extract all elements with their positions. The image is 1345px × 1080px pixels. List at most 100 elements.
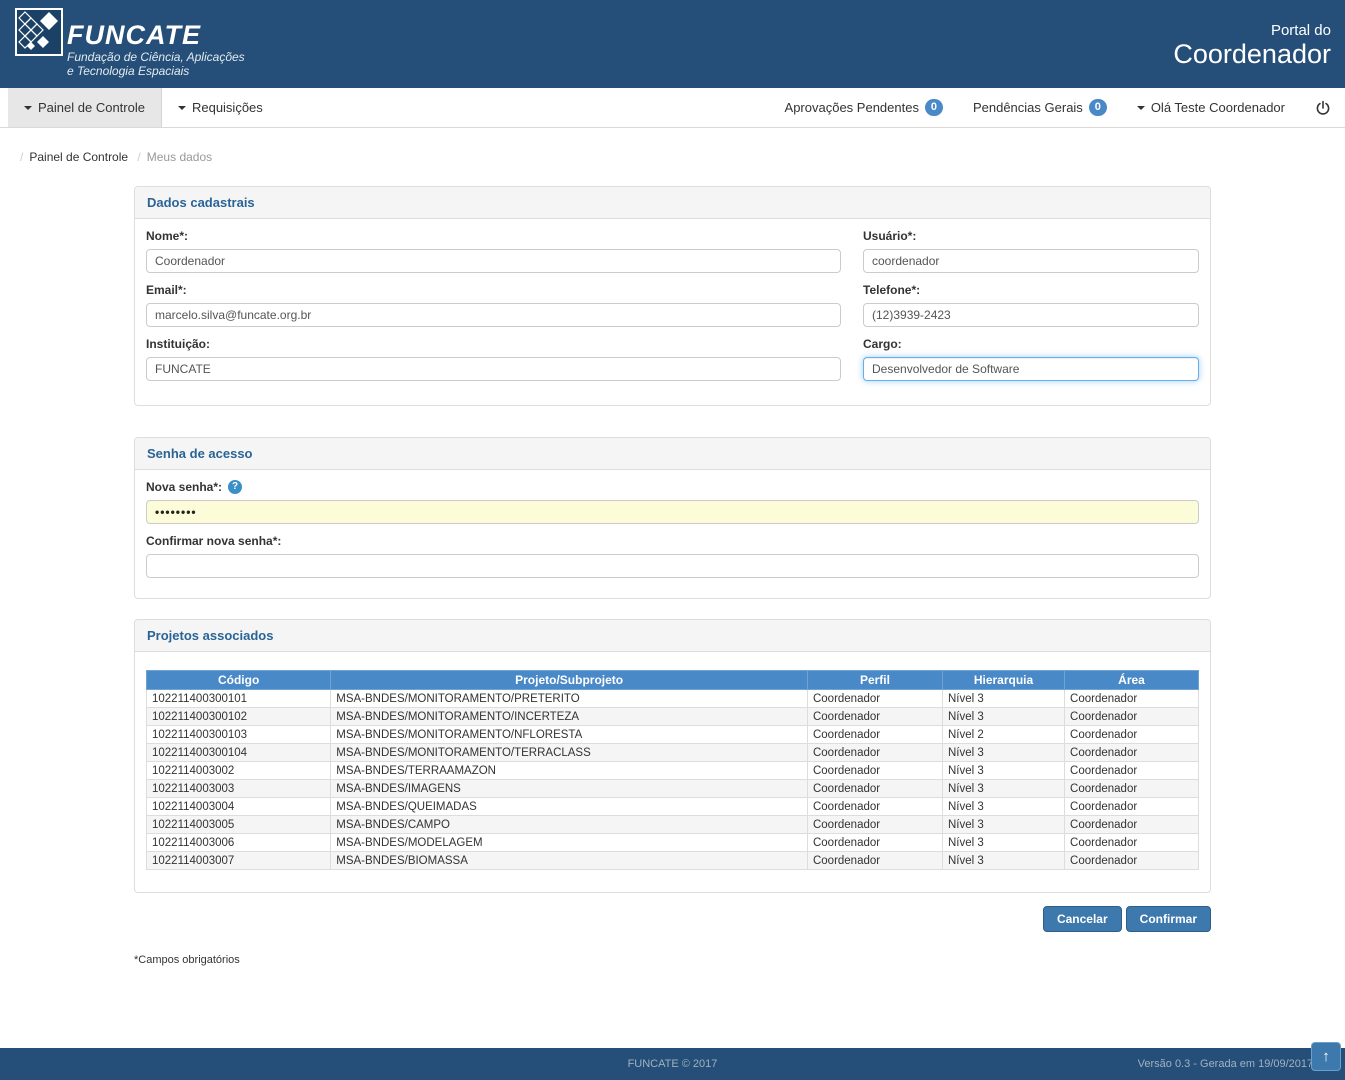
logout-button[interactable] [1315,100,1331,116]
table-cell: Nível 3 [942,762,1064,780]
table-cell: Coordenador [1065,834,1199,852]
scroll-to-top-button[interactable]: ↑ [1311,1042,1341,1071]
nav-item-pendencias-gerais[interactable]: Pendências Gerais 0 [973,99,1107,116]
email-label: Email*: [146,283,841,297]
table-cell: 102211400300101 [147,690,331,708]
table-cell: Nível 3 [942,690,1064,708]
confirm-button[interactable]: Confirmar [1126,906,1211,932]
column-header-area: Área [1065,671,1199,690]
table-cell: Coordenador [807,798,942,816]
telefone-label: Telefone*: [863,283,1199,297]
table-cell: Coordenador [807,762,942,780]
nav-item-aprovacoes-pendentes[interactable]: Aprovações Pendentes 0 [785,99,943,116]
table-cell: Coordenador [1065,690,1199,708]
breadcrumb-link-painel-de-controle[interactable]: Painel de Controle [29,150,128,164]
brand-subtitle-line1: Fundação de Ciência, Aplicações [67,50,245,64]
table-cell: 102211400300104 [147,744,331,762]
table-cell: Nível 3 [942,744,1064,762]
column-header-codigo: Código [147,671,331,690]
user-menu[interactable]: Olá Teste Coordenador [1137,100,1285,115]
table-cell: Coordenador [807,852,942,870]
table-cell: Coordenador [807,690,942,708]
nav-tab-label: Painel de Controle [38,100,145,115]
footer-copyright: FUNCATE © 2017 [628,1058,718,1070]
table-cell: MSA-BNDES/QUEIMADAS [331,798,808,816]
table-cell: 1022114003004 [147,798,331,816]
panel-title: Dados cadastrais [135,187,1210,219]
table-cell: Nível 3 [942,852,1064,870]
nav-tab-label: Requisições [192,100,263,115]
nova-senha-field[interactable] [146,500,1199,524]
table-row: 102211400300102MSA-BNDES/MONITORAMENTO/I… [147,708,1199,726]
nova-senha-label: Nova senha*: [146,480,222,494]
brand-subtitle-line2: e Tecnologia Espaciais [67,64,245,78]
table-cell: MSA-BNDES/MODELAGEM [331,834,808,852]
cancel-button[interactable]: Cancelar [1043,906,1122,932]
column-header-projeto-subprojeto: Projeto/Subprojeto [331,671,808,690]
funcate-logo-icon [15,8,63,56]
funcate-logo-link[interactable]: FUNCATE Fundação de Ciência, Aplicações … [15,8,245,78]
nav-tab-painel-de-controle[interactable]: Painel de Controle [8,88,162,127]
header: FUNCATE Fundação de Ciência, Aplicações … [0,0,1345,88]
panel-dados-cadastrais: Dados cadastrais Nome*: Email*: Institui… [134,186,1211,406]
password-help-icon[interactable]: ? [228,480,242,494]
table-cell: Coordenador [807,834,942,852]
email-field[interactable] [146,303,841,327]
table-cell: Nível 3 [942,708,1064,726]
panel-title: Senha de acesso [135,438,1210,470]
instituicao-field[interactable] [146,357,841,381]
telefone-field[interactable] [863,303,1199,327]
panel-senha-de-acesso: Senha de acesso Nova senha*: ? Confirmar… [134,437,1211,599]
table-cell: MSA-BNDES/CAMPO [331,816,808,834]
table-cell: Nível 3 [942,798,1064,816]
user-greeting: Olá Teste Coordenador [1151,100,1285,115]
table-cell: Coordenador [1065,708,1199,726]
table-cell: Nível 2 [942,726,1064,744]
confirmar-senha-field[interactable] [146,554,1199,578]
portal-title-line2: Coordenador [1173,39,1331,69]
table-cell: Coordenador [807,780,942,798]
table-cell: 1022114003006 [147,834,331,852]
table-row: 102211400300104MSA-BNDES/MONITORAMENTO/T… [147,744,1199,762]
power-icon [1315,100,1331,116]
portal-title-line1: Portal do [1173,22,1331,39]
table-cell: Coordenador [1065,762,1199,780]
table-cell: Coordenador [1065,726,1199,744]
table-cell: 1022114003007 [147,852,331,870]
table-cell: Nível 3 [942,780,1064,798]
table-row: 1022114003007MSA-BNDES/BIOMASSACoordenad… [147,852,1199,870]
column-header-perfil: Perfil [807,671,942,690]
main-content: Dados cadastrais Nome*: Email*: Institui… [134,186,1211,966]
breadcrumb-current-meus-dados: Meus dados [147,150,212,164]
nav-tab-requisicoes[interactable]: Requisições [162,88,279,127]
brand-name: FUNCATE [67,20,245,50]
table-cell: MSA-BNDES/MONITORAMENTO/NFLORESTA [331,726,808,744]
panel-title: Projetos associados [135,620,1210,652]
pending-count-badge: 0 [1089,99,1107,116]
table-cell: Coordenador [1065,816,1199,834]
footer-version: Versão 0.3 - Gerada em 19/09/2017 às 0 [1138,1048,1337,1080]
table-cell: 102211400300103 [147,726,331,744]
breadcrumb-separator: / [20,150,23,164]
table-cell: Coordenador [1065,798,1199,816]
table-cell: Nível 3 [942,816,1064,834]
nome-label: Nome*: [146,229,841,243]
chevron-down-icon [1137,106,1145,110]
nav-item-label: Aprovações Pendentes [785,100,919,115]
required-fields-note: *Campos obrigatórios [134,954,1211,966]
table-cell: MSA-BNDES/MONITORAMENTO/INCERTEZA [331,708,808,726]
portal-title: Portal do Coordenador [1173,22,1331,69]
cargo-field[interactable] [863,357,1199,381]
table-cell: 1022114003003 [147,780,331,798]
table-cell: MSA-BNDES/TERRAAMAZON [331,762,808,780]
breadcrumb: /Painel de Controle /Meus dados [0,128,1345,164]
table-row: 1022114003002MSA-BNDES/TERRAAMAZONCoorde… [147,762,1199,780]
usuario-label: Usuário*: [863,229,1199,243]
chevron-down-icon [24,106,32,110]
usuario-field[interactable] [863,249,1199,273]
table-cell: MSA-BNDES/MONITORAMENTO/TERRACLASS [331,744,808,762]
table-cell: Nível 3 [942,834,1064,852]
column-header-hierarquia: Hierarquia [942,671,1064,690]
nome-field[interactable] [146,249,841,273]
projects-table: Código Projeto/Subprojeto Perfil Hierarq… [146,670,1199,870]
